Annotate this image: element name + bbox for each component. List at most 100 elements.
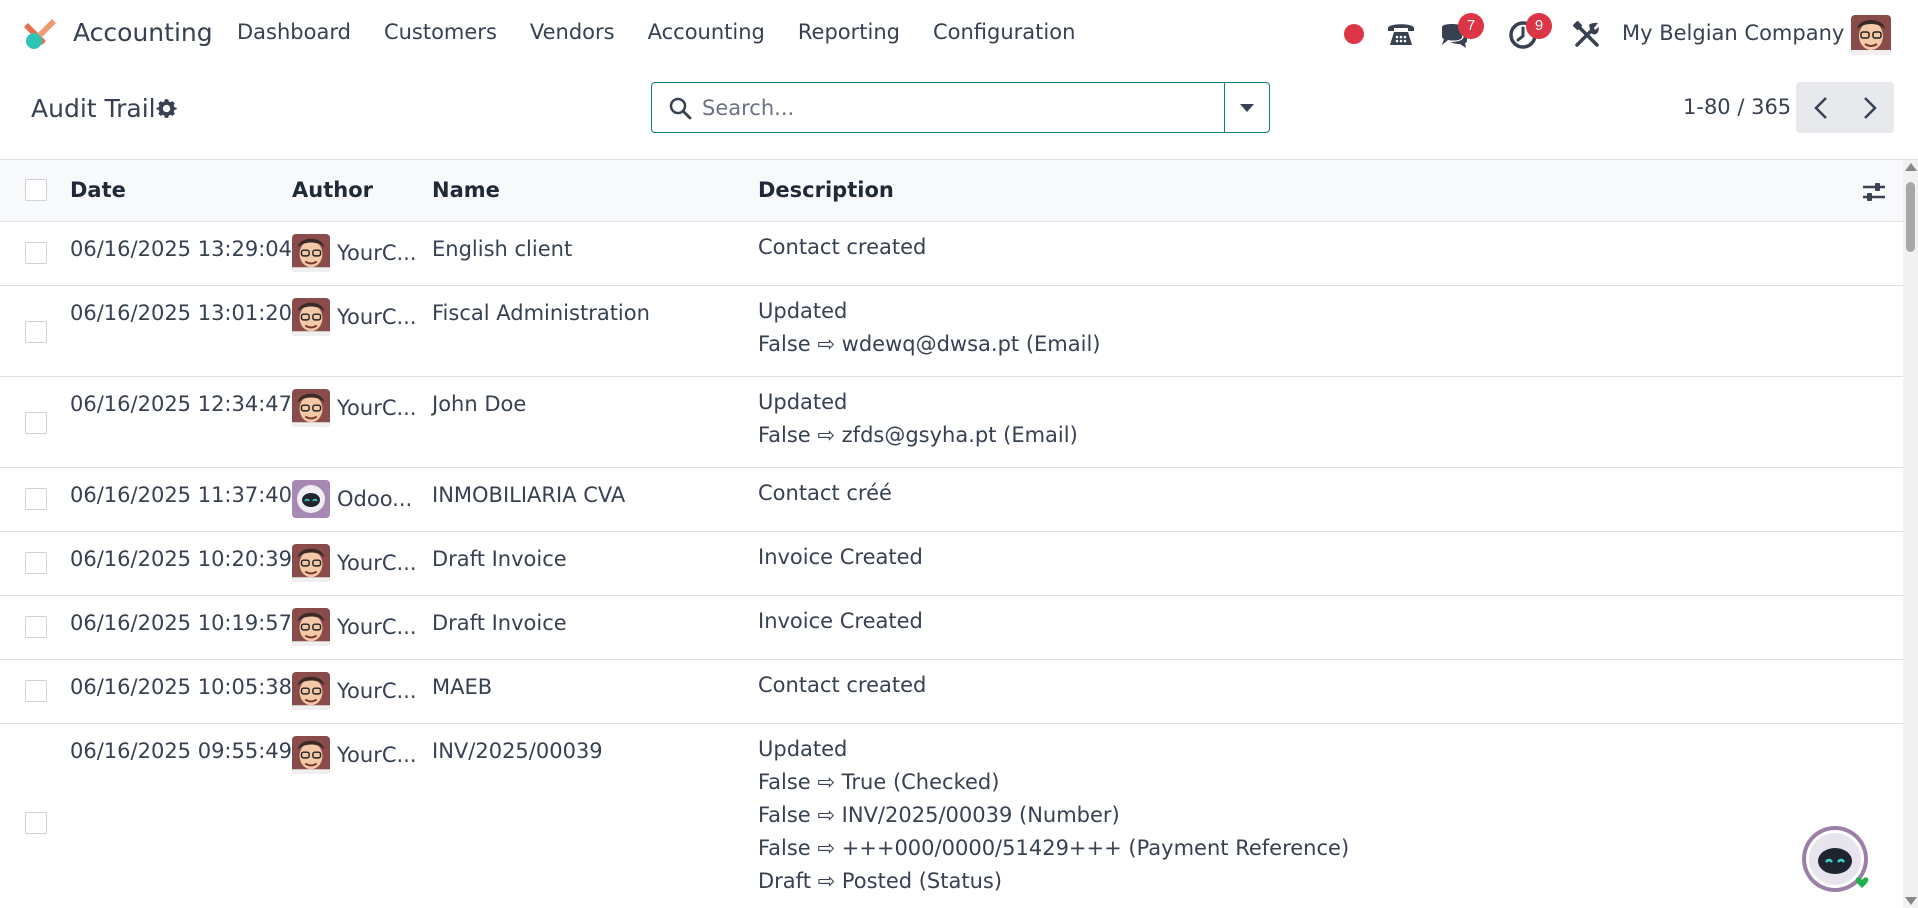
description-line: False ⇨ INV/2025/00039 (Number)	[758, 803, 1120, 827]
author-avatar	[292, 736, 330, 774]
cell-author[interactable]: YourC...	[292, 544, 417, 582]
menu-accounting[interactable]: Accounting	[648, 20, 765, 44]
menu-configuration[interactable]: Configuration	[933, 20, 1075, 44]
cell-author[interactable]: YourC...	[292, 736, 417, 774]
gear-icon[interactable]	[156, 98, 178, 120]
cell-date: 06/16/2025 10:20:39	[70, 547, 293, 571]
cell-date: 06/16/2025 10:19:57	[70, 611, 293, 635]
cell-date: 06/16/2025 13:29:04	[70, 237, 293, 261]
author-avatar	[292, 234, 330, 272]
company-switcher[interactable]: My Belgian Company	[1622, 21, 1844, 45]
app-name[interactable]: Accounting	[73, 18, 213, 47]
author-name: YourC...	[337, 241, 417, 265]
record-dot-icon[interactable]	[1344, 24, 1364, 44]
search-options-toggle[interactable]	[1224, 83, 1269, 132]
author-name: Odoo...	[337, 487, 413, 511]
chevron-right-icon	[1863, 96, 1877, 119]
menu-dashboard[interactable]: Dashboard	[237, 20, 351, 44]
table-row[interactable]: 06/16/2025 10:05:38 YourC... MAEB Contact c…	[0, 660, 1903, 724]
row-checkbox[interactable]	[25, 680, 47, 702]
author-name: YourC...	[337, 305, 417, 329]
description-line: Invoice Created	[758, 609, 923, 633]
menu-vendors[interactable]: Vendors	[530, 20, 615, 44]
row-checkbox[interactable]	[25, 488, 47, 510]
row-checkbox[interactable]	[25, 412, 47, 434]
cell-date: 06/16/2025 09:55:49	[70, 739, 293, 763]
cell-description: Contact created	[758, 669, 926, 702]
cell-description: Updated False ⇨ True (Checked) False ⇨ INV…	[758, 733, 1349, 898]
search-input[interactable]	[702, 93, 1202, 123]
author-name: YourC...	[337, 615, 417, 639]
caret-down-icon	[1240, 103, 1254, 112]
search-icon	[669, 97, 692, 120]
table-row[interactable]: 06/16/2025 13:01:20 YourC... Fiscal Admini…	[0, 286, 1903, 377]
optional-columns-icon[interactable]	[1862, 180, 1886, 204]
pager-next-button[interactable]	[1845, 82, 1894, 133]
scroll-down-arrow-icon[interactable]	[1905, 897, 1917, 905]
cell-author[interactable]: Odoo...	[292, 480, 412, 518]
column-description[interactable]: Description	[758, 178, 894, 202]
cell-author[interactable]: YourC...	[292, 234, 417, 272]
table-row[interactable]: 06/16/2025 13:29:04 YourC... English clien…	[0, 222, 1903, 286]
scrollbar-thumb[interactable]	[1906, 182, 1915, 252]
cell-description: Updated False ⇨ wdewq@dwsa.pt (Email)	[758, 295, 1100, 361]
cell-name: Draft Invoice	[432, 611, 567, 635]
main-menu: Dashboard Customers Vendors Accounting R…	[237, 20, 1108, 44]
table-row[interactable]: 06/16/2025 11:37:40 Odoo... INMOBILIARIA C…	[0, 468, 1903, 532]
top-navbar: Accounting Dashboard Customers Vendors A…	[0, 0, 1918, 70]
table-row[interactable]: 06/16/2025 12:34:47 YourC... John Doe Updat…	[0, 377, 1903, 468]
column-name[interactable]: Name	[432, 178, 500, 202]
description-line: Draft ⇨ Posted (Status)	[758, 869, 1003, 893]
row-checkbox[interactable]	[25, 552, 47, 574]
row-checkbox[interactable]	[25, 321, 47, 343]
scroll-up-arrow-icon[interactable]	[1905, 163, 1917, 171]
cell-author[interactable]: YourC...	[292, 298, 417, 336]
author-name: YourC...	[337, 679, 417, 703]
pager-value[interactable]: 1-80 / 365	[1683, 95, 1791, 119]
control-panel: Audit Trail 1-80 / 365	[0, 70, 1918, 160]
cell-author[interactable]: YourC...	[292, 389, 417, 427]
author-avatar	[292, 608, 330, 646]
description-line: Contact created	[758, 673, 927, 697]
author-avatar	[292, 672, 330, 710]
activities-count-badge: 9	[1526, 13, 1552, 39]
app-logo-icon[interactable]	[22, 17, 58, 53]
row-checkbox[interactable]	[25, 812, 47, 834]
cell-name: English client	[432, 237, 573, 261]
table-row[interactable]: 06/16/2025 09:55:49 YourC... INV/2025/0003…	[0, 724, 1903, 908]
menu-reporting[interactable]: Reporting	[798, 20, 900, 44]
phone-icon[interactable]	[1385, 18, 1417, 50]
row-checkbox[interactable]	[25, 242, 47, 264]
author-avatar	[292, 480, 330, 518]
cell-description: Invoice Created	[758, 541, 923, 574]
description-line: Contact created	[758, 235, 927, 259]
row-checkbox[interactable]	[25, 616, 47, 638]
author-name: YourC...	[337, 551, 417, 575]
description-line: False ⇨ wdewq@dwsa.pt (Email)	[758, 332, 1101, 356]
cell-name: INV/2025/00039	[432, 739, 603, 763]
column-author[interactable]: Author	[292, 178, 373, 202]
table-header: Date Author Name Description	[0, 160, 1903, 222]
description-line: Updated	[758, 299, 848, 323]
description-line: Invoice Created	[758, 545, 923, 569]
table-row[interactable]: 06/16/2025 10:19:57 YourC... Draft Invoice…	[0, 596, 1903, 660]
cell-name: INMOBILIARIA CVA	[432, 483, 626, 507]
user-avatar[interactable]	[1851, 15, 1891, 55]
select-all-checkbox[interactable]	[25, 179, 47, 201]
table-row[interactable]: 06/16/2025 10:20:39 YourC... Draft Invoice…	[0, 532, 1903, 596]
odoobot-chat-button[interactable]	[1801, 825, 1873, 897]
cell-author[interactable]: YourC...	[292, 608, 417, 646]
cell-author[interactable]: YourC...	[292, 672, 417, 710]
cell-description: Invoice Created	[758, 605, 923, 638]
tools-icon[interactable]	[1572, 20, 1602, 50]
table-scrollbar[interactable]	[1903, 160, 1918, 908]
description-line: False ⇨ +++000/0000/51429+++ (Payment Re…	[758, 836, 1350, 860]
cell-description: Contact created	[758, 231, 926, 264]
description-line: False ⇨ zfds@gsyha.pt (Email)	[758, 423, 1078, 447]
cell-name: John Doe	[432, 392, 527, 416]
column-date[interactable]: Date	[70, 178, 126, 202]
page-title: Audit Trail	[31, 94, 156, 123]
messages-count-badge: 7	[1458, 13, 1484, 39]
menu-customers[interactable]: Customers	[384, 20, 497, 44]
pager-previous-button[interactable]	[1796, 82, 1845, 133]
